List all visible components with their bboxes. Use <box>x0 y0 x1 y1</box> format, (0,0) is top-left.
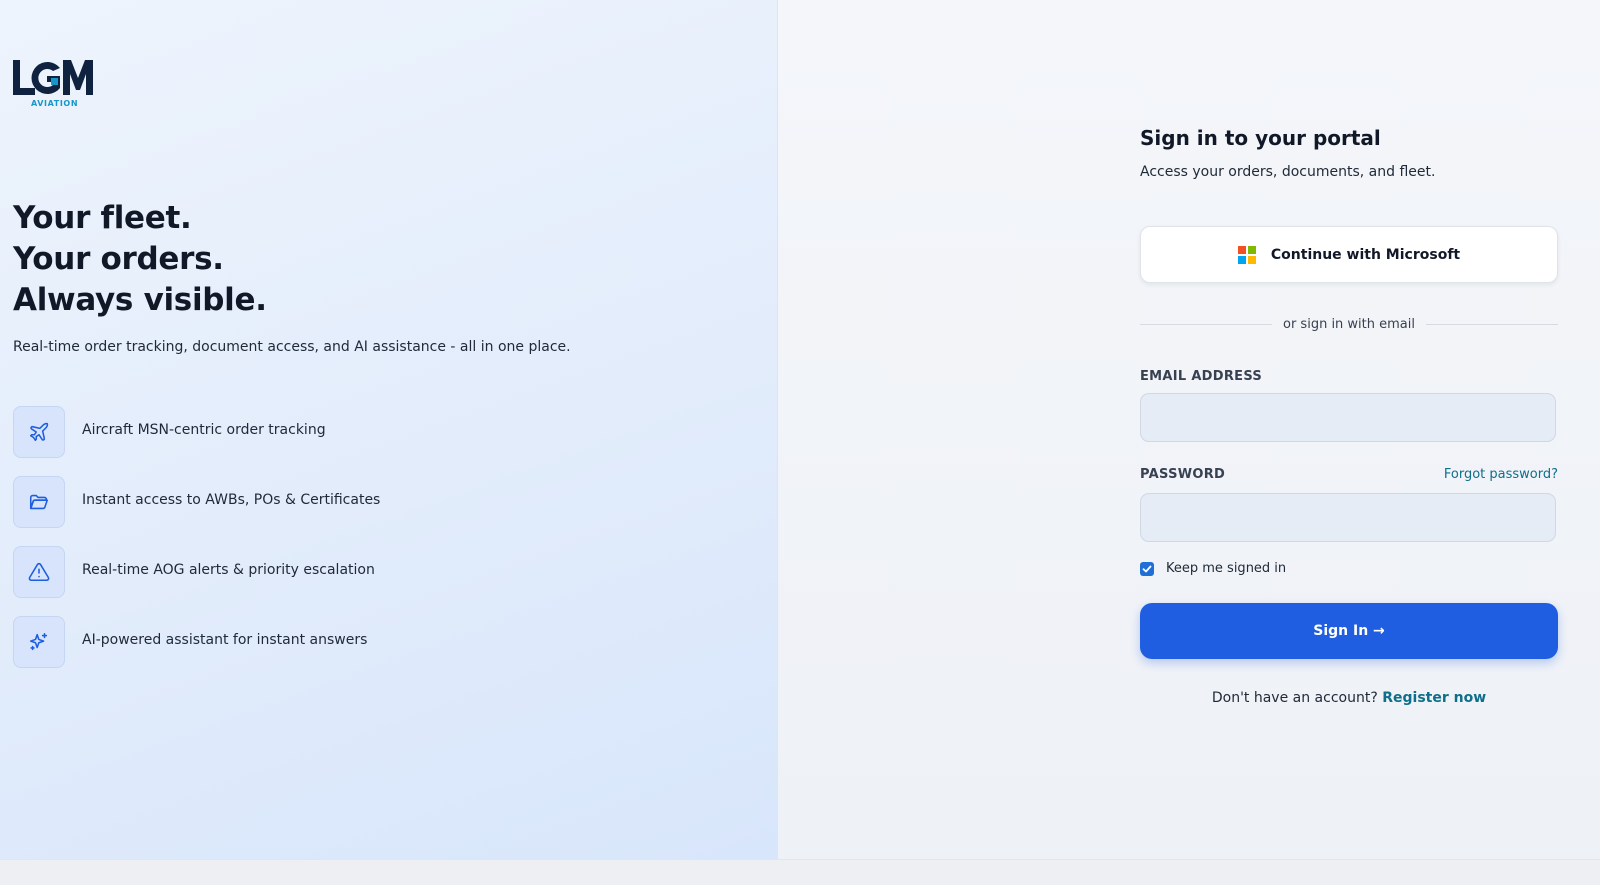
feature-text: Instant access to AWBs, POs & Certificat… <box>82 492 381 508</box>
login-title: Sign in to your portal <box>1140 126 1381 150</box>
feature-item: AI-powered assistant for instant answers <box>13 616 533 668</box>
company-logo: AVIATION <box>13 58 93 110</box>
hero-panel: AVIATION Your fleet. Your orders. Always… <box>0 0 778 859</box>
feature-text: Real-time AOG alerts & priority escalati… <box>82 562 375 578</box>
feature-item: Real-time AOG alerts & priority escalati… <box>13 546 533 598</box>
password-field[interactable] <box>1140 493 1556 542</box>
microsoft-button-label: Continue with Microsoft <box>1270 246 1461 263</box>
register-prompt: Don't have an account? Register now <box>1140 690 1558 706</box>
hero-tagline: Real-time order tracking, document acces… <box>13 339 571 355</box>
folder-icon <box>13 476 65 528</box>
check-icon <box>1142 565 1152 572</box>
register-prompt-text: Don't have an account? <box>1211 690 1378 706</box>
microsoft-icon <box>1237 245 1256 264</box>
sign-in-button[interactable]: Sign In → <box>1140 603 1558 659</box>
footer-strip <box>0 859 1600 885</box>
microsoft-signin-button[interactable]: Continue with Microsoft <box>1140 226 1558 283</box>
password-label: PASSWORD <box>1140 467 1226 482</box>
feature-item: Instant access to AWBs, POs & Certificat… <box>13 476 533 528</box>
hero-headline: Your fleet. Your orders. Always visible. <box>13 198 267 321</box>
forgot-password-link[interactable]: Forgot password? <box>1444 467 1558 482</box>
feature-text: AI-powered assistant for instant answers <box>82 632 368 648</box>
feature-item: Aircraft MSN-centric order tracking <box>13 406 533 458</box>
remember-me: Keep me signed in <box>1140 561 1286 576</box>
login-subtitle: Access your orders, documents, and fleet… <box>1140 164 1436 180</box>
email-field[interactable] <box>1140 393 1556 442</box>
or-divider: or sign in with email <box>1140 317 1558 332</box>
airplane-icon <box>13 406 65 458</box>
feature-text: Aircraft MSN-centric order tracking <box>82 422 326 438</box>
logo-subtitle: AVIATION <box>31 99 79 108</box>
headline-line-3: Always visible. <box>13 282 267 318</box>
lgm-logo-mark <box>13 60 93 95</box>
register-link[interactable]: Register now <box>1382 690 1486 706</box>
remember-checkbox[interactable] <box>1140 561 1154 576</box>
warning-icon <box>13 546 65 598</box>
remember-label: Keep me signed in <box>1166 561 1287 576</box>
sparkles-icon <box>13 616 65 668</box>
headline-line-1: Your fleet. <box>13 200 192 236</box>
email-label: EMAIL ADDRESS <box>1140 369 1263 384</box>
headline-line-2: Your orders. <box>13 241 224 277</box>
